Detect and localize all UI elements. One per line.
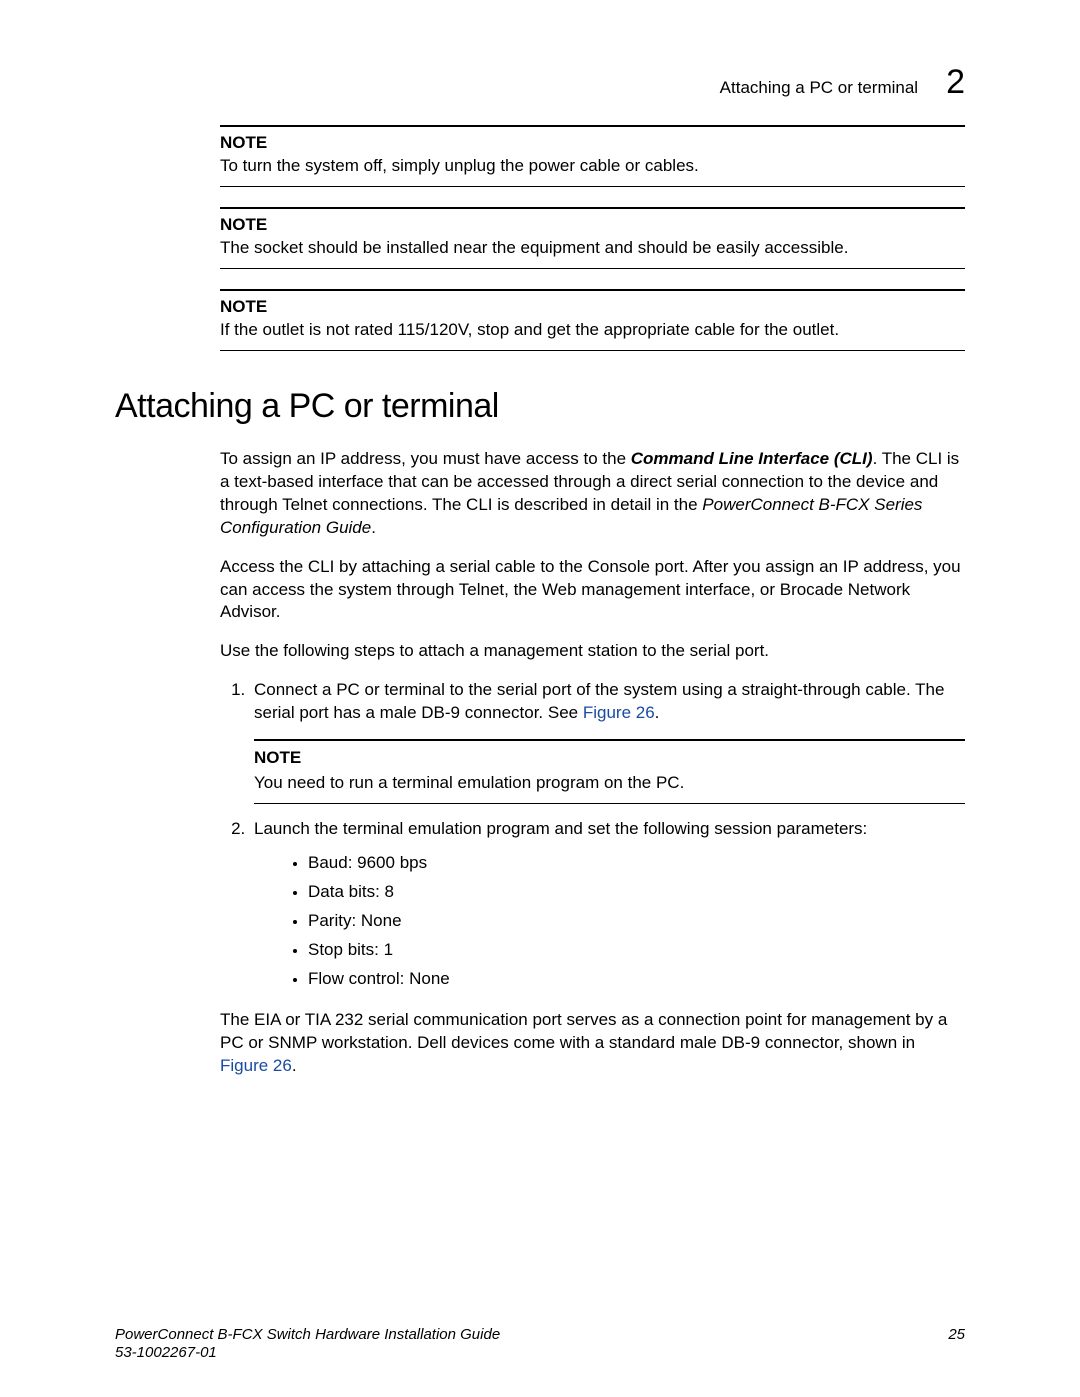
footer-left: PowerConnect B-FCX Switch Hardware Insta… bbox=[115, 1326, 500, 1364]
note-text: To turn the system off, simply unplug th… bbox=[220, 155, 965, 178]
running-header: Attaching a PC or terminal 2 bbox=[115, 65, 965, 99]
list-item: Baud: 9600 bps bbox=[308, 849, 965, 878]
body-paragraph: The EIA or TIA 232 serial communication … bbox=[220, 1009, 965, 1078]
list-item: Flow control: None bbox=[308, 965, 965, 994]
list-item: Data bits: 8 bbox=[308, 878, 965, 907]
document-page: Attaching a PC or terminal 2 NOTE To tur… bbox=[0, 0, 1080, 1397]
content-column: To assign an IP address, you must have a… bbox=[220, 448, 965, 1078]
emphasis-cli: Command Line Interface (CLI) bbox=[631, 449, 873, 468]
step-item: Launch the terminal emulation program an… bbox=[250, 818, 965, 993]
list-item: Parity: None bbox=[308, 907, 965, 936]
note-label: NOTE bbox=[220, 133, 965, 153]
note-label: NOTE bbox=[220, 215, 965, 235]
body-paragraph: To assign an IP address, you must have a… bbox=[220, 448, 965, 540]
figure-link[interactable]: Figure 26 bbox=[220, 1056, 292, 1075]
footer-title: PowerConnect B-FCX Switch Hardware Insta… bbox=[115, 1326, 500, 1345]
note-text: You need to run a terminal emulation pro… bbox=[254, 772, 965, 795]
bullet-list: Baud: 9600 bps Data bits: 8 Parity: None… bbox=[254, 849, 965, 993]
text-run: Launch the terminal emulation program an… bbox=[254, 819, 867, 838]
text-run: To assign an IP address, you must have a… bbox=[220, 449, 631, 468]
page-footer: PowerConnect B-FCX Switch Hardware Insta… bbox=[115, 1326, 965, 1364]
ordered-steps: Connect a PC or terminal to the serial p… bbox=[220, 679, 965, 993]
note-block: NOTE If the outlet is not rated 115/120V… bbox=[220, 289, 965, 351]
note-text: The socket should be installed near the … bbox=[220, 237, 965, 260]
footer-docnum: 53-1002267-01 bbox=[115, 1344, 500, 1363]
text-run: . bbox=[371, 518, 376, 537]
text-run: . bbox=[655, 703, 660, 722]
note-label: NOTE bbox=[220, 297, 965, 317]
text-run: . bbox=[292, 1056, 297, 1075]
body-paragraph: Access the CLI by attaching a serial cab… bbox=[220, 556, 965, 625]
content-column: NOTE To turn the system off, simply unpl… bbox=[220, 125, 965, 351]
chapter-number: 2 bbox=[946, 65, 965, 99]
step-item: Connect a PC or terminal to the serial p… bbox=[250, 679, 965, 804]
note-block: NOTE You need to run a terminal emulatio… bbox=[254, 739, 965, 804]
text-run: The EIA or TIA 232 serial communication … bbox=[220, 1010, 947, 1052]
body-paragraph: Use the following steps to attach a mana… bbox=[220, 640, 965, 663]
footer-page-number: 25 bbox=[948, 1326, 965, 1343]
figure-link[interactable]: Figure 26 bbox=[583, 703, 655, 722]
note-block: NOTE The socket should be installed near… bbox=[220, 207, 965, 269]
section-heading: Attaching a PC or terminal bbox=[115, 387, 965, 426]
running-header-title: Attaching a PC or terminal bbox=[720, 78, 918, 98]
list-item: Stop bits: 1 bbox=[308, 936, 965, 965]
note-block: NOTE To turn the system off, simply unpl… bbox=[220, 125, 965, 187]
note-text: If the outlet is not rated 115/120V, sto… bbox=[220, 319, 965, 342]
note-label: NOTE bbox=[254, 747, 965, 770]
